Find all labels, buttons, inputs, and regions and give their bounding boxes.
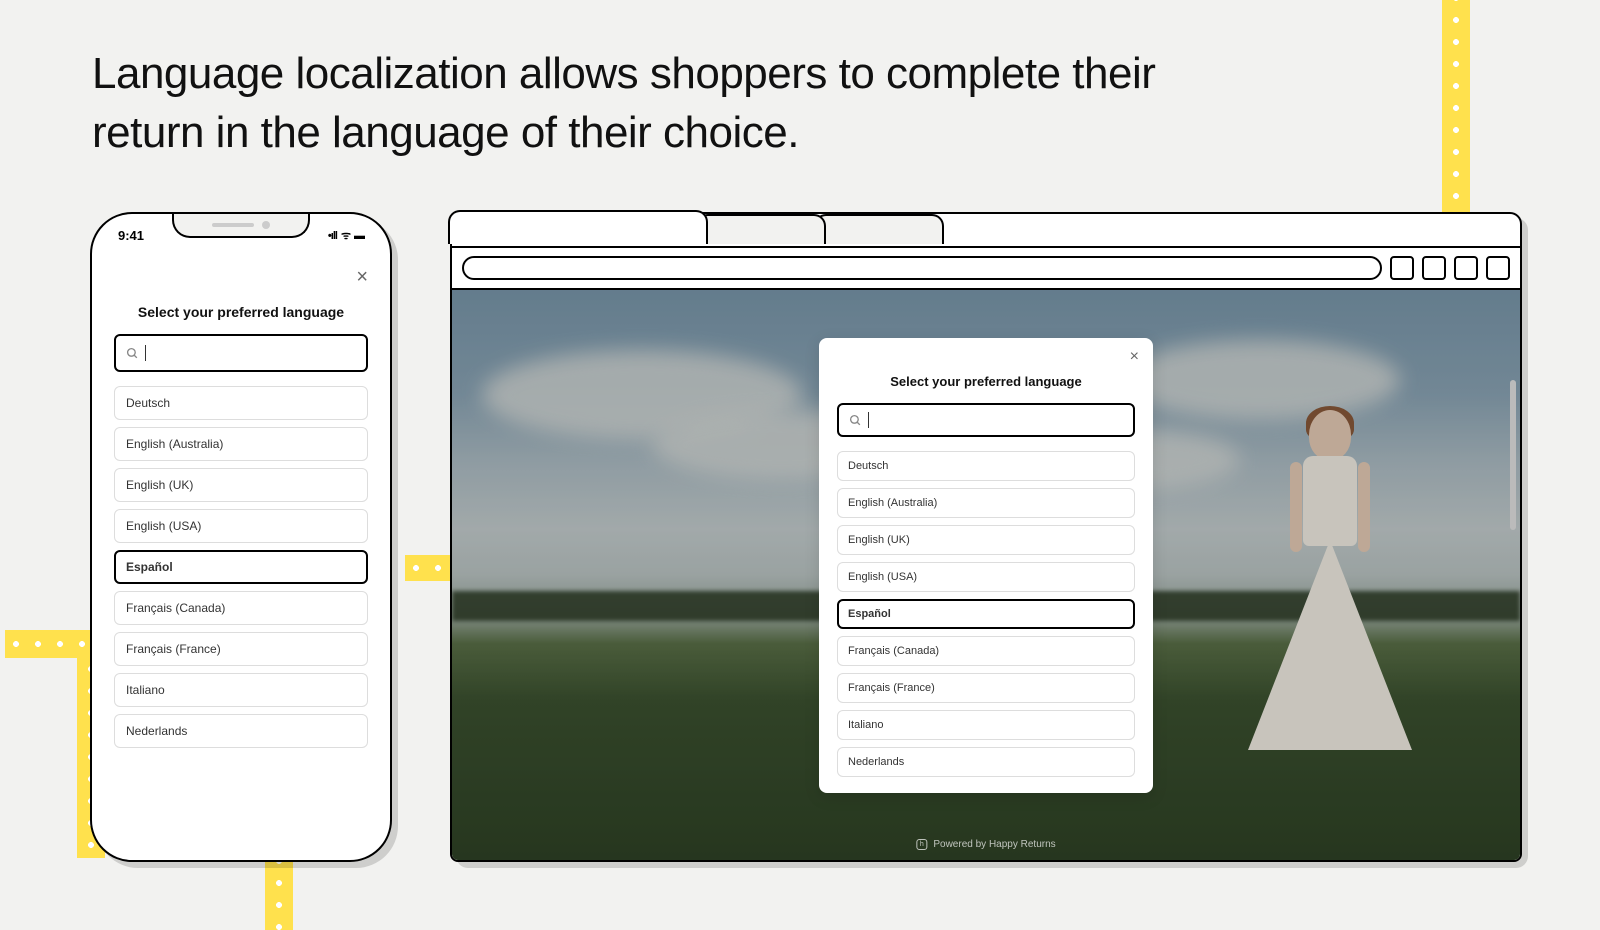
- language-option[interactable]: English (USA): [837, 562, 1135, 592]
- page-viewport: × Select your preferred language Deutsch…: [452, 290, 1520, 860]
- signal-icon: •ıll: [328, 230, 337, 242]
- close-icon[interactable]: ×: [1130, 348, 1139, 366]
- language-list: Deutsch English (Australia) English (UK) En…: [114, 386, 368, 748]
- language-option[interactable]: Deutsch: [837, 451, 1135, 481]
- language-option[interactable]: Español: [837, 599, 1135, 629]
- language-option[interactable]: Deutsch: [114, 386, 368, 420]
- language-option[interactable]: Français (France): [114, 632, 368, 666]
- modal-title: Select your preferred language: [837, 374, 1135, 389]
- battery-icon: ▬: [354, 230, 364, 242]
- language-option[interactable]: Español: [114, 550, 368, 584]
- search-input[interactable]: [114, 334, 368, 372]
- status-time: 9:41: [118, 228, 144, 243]
- language-option[interactable]: English (UK): [114, 468, 368, 502]
- scrollbar[interactable]: [1510, 350, 1516, 830]
- language-option[interactable]: Italiano: [837, 710, 1135, 740]
- search-input[interactable]: [837, 403, 1135, 437]
- language-modal: × Select your preferred language Deutsch…: [819, 338, 1153, 793]
- wifi-icon: ᯤ: [341, 228, 350, 243]
- modal-title: Select your preferred language: [114, 304, 368, 320]
- language-list: Deutsch English (Australia) English (UK) En…: [837, 451, 1135, 777]
- language-option[interactable]: English (USA): [114, 509, 368, 543]
- browser-toolbar: [452, 248, 1520, 290]
- language-option[interactable]: Italiano: [114, 673, 368, 707]
- language-option[interactable]: English (Australia): [114, 427, 368, 461]
- phone-notch: [172, 214, 310, 238]
- language-option[interactable]: Nederlands: [837, 747, 1135, 777]
- toolbar-button[interactable]: [1422, 256, 1446, 280]
- phone-frame: 9:41 •ıll ᯤ ▬ × Select your preferred la…: [90, 212, 392, 862]
- browser-tab-active[interactable]: [448, 210, 708, 244]
- browser-window: × Select your preferred language Deutsch…: [450, 212, 1522, 862]
- search-icon: [849, 414, 862, 427]
- browser-tabs: [448, 210, 962, 244]
- url-bar[interactable]: [462, 256, 1382, 280]
- toolbar-button[interactable]: [1486, 256, 1510, 280]
- language-option[interactable]: English (UK): [837, 525, 1135, 555]
- language-option[interactable]: Français (Canada): [114, 591, 368, 625]
- browser-tab[interactable]: [696, 214, 826, 244]
- language-option[interactable]: Français (Canada): [837, 636, 1135, 666]
- toolbar-button[interactable]: [1454, 256, 1478, 280]
- language-option[interactable]: Français (France): [837, 673, 1135, 703]
- powered-by: h Powered by Happy Returns: [916, 839, 1055, 850]
- search-icon: [126, 347, 139, 360]
- browser-tab[interactable]: [814, 214, 944, 244]
- headline-text: Language localization allows shoppers to…: [92, 44, 1192, 163]
- toolbar-button[interactable]: [1390, 256, 1414, 280]
- decorative-strip: [265, 850, 293, 930]
- language-option[interactable]: English (Australia): [837, 488, 1135, 518]
- brand-icon: h: [916, 839, 927, 850]
- language-option[interactable]: Nederlands: [114, 714, 368, 748]
- close-icon[interactable]: ×: [356, 266, 368, 289]
- decorative-strip: [405, 555, 455, 581]
